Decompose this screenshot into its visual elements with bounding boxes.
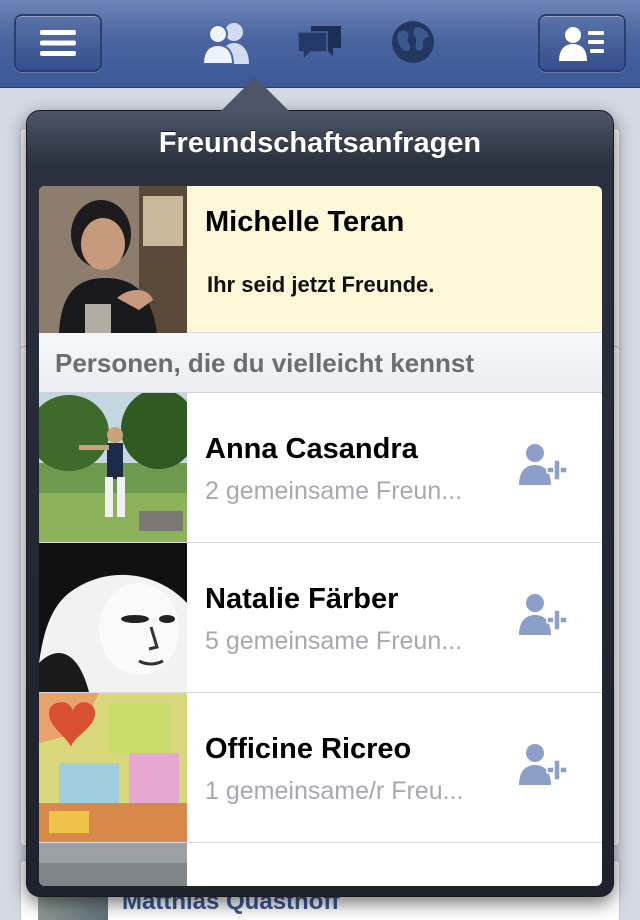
add-friend-icon [517,441,569,494]
friend-name[interactable]: Michelle Teran [205,206,404,239]
friend-requests-icon [200,20,252,69]
friend-requests-popover: Freundschaftsanfragen Michelle Teran Ihr… [26,77,614,897]
suggestion-row[interactable]: Officine Ricreo 1 gemeinsame/r Freu... [39,693,602,843]
contacts-icon [558,24,606,62]
add-friend-button[interactable] [515,441,571,493]
contacts-button[interactable] [538,14,626,72]
messages-tab[interactable] [294,18,346,70]
add-friend-button[interactable] [515,741,571,793]
suggestion-row[interactable] [39,843,602,886]
friend-requests-tab[interactable] [200,18,252,70]
messages-icon [295,20,345,69]
menu-button[interactable] [14,14,102,72]
popover-list[interactable]: Michelle Teran Ihr seid jetzt Freunde. P… [39,186,602,886]
suggestion-name[interactable]: Natalie Färber [205,583,398,616]
top-nav-bar [0,0,640,88]
notifications-tab[interactable] [387,18,439,70]
popover-arrow [219,77,291,113]
notifications-globe-icon [390,19,436,70]
suggestion-name[interactable]: Anna Casandra [205,433,418,466]
friendship-status: Ihr seid jetzt Freunde. [207,272,435,297]
avatar [39,186,187,335]
suggestion-name[interactable]: Officine Ricreo [205,733,411,766]
section-header: Personen, die du vielleicht kennst [39,333,602,393]
avatar [39,843,187,886]
add-friend-button[interactable] [515,591,571,643]
menu-icon [38,27,78,59]
add-friend-icon [517,741,569,794]
mutual-friends: 1 gemeinsame/r Freu... [205,777,464,805]
suggestion-row[interactable]: Natalie Färber 5 gemeinsame Freun... [39,543,602,693]
avatar [39,693,187,842]
mutual-friends: 5 gemeinsame Freun... [205,627,463,655]
popover-title: Freundschaftsanfragen [158,127,482,159]
avatar [39,543,187,692]
accepted-request-row[interactable]: Michelle Teran Ihr seid jetzt Freunde. [39,186,602,333]
add-friend-icon [517,591,569,644]
avatar [39,393,187,542]
mutual-friends: 2 gemeinsame Freun... [205,477,463,505]
suggestion-row[interactable]: Anna Casandra 2 gemeinsame Freun... [39,393,602,543]
